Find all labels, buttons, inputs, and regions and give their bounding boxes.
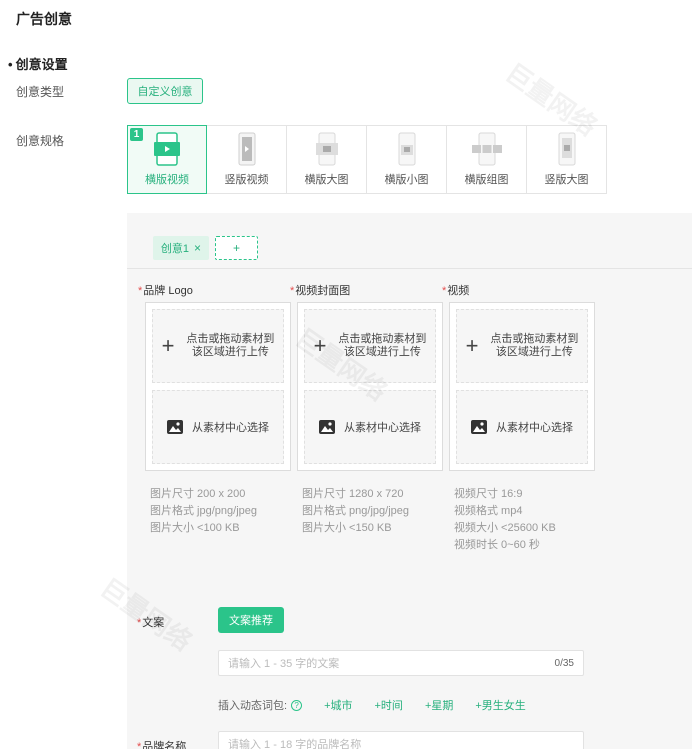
image-icon <box>471 420 487 434</box>
spec-option-label: 竖版视频 <box>224 174 269 186</box>
tab-label: 创意1 <box>160 243 190 255</box>
dynamic-word-weekday[interactable]: +星期 <box>425 697 453 713</box>
spec-option-vertical-large-image[interactable]: 竖版大图 <box>527 125 607 194</box>
spec-option-horizontal-large-image[interactable]: 横版大图 <box>287 125 367 194</box>
copy-label: *文案 <box>137 617 165 629</box>
image-icon <box>319 420 335 434</box>
plus-icon: + <box>313 333 327 358</box>
dynamic-words-row: 插入动态词包: ? +城市 +时间 +星期 +男生女生 <box>218 697 548 713</box>
plus-icon: + <box>161 333 175 358</box>
upload-hint: 点击或拖动素材到 该区域进行上传 <box>338 333 427 358</box>
copy-placeholder: 请输入 1 - 35 字的文案 <box>228 658 340 670</box>
plus-icon: + <box>465 333 479 358</box>
pick-from-library-button[interactable]: 从素材中心选择 <box>304 390 436 464</box>
brand-name-input[interactable]: 请输入 1 - 18 字的品牌名称 <box>218 731 584 749</box>
spec-option-label: 横版小图 <box>384 174 429 186</box>
pick-from-library-button[interactable]: 从素材中心选择 <box>152 390 284 464</box>
video-upload: + 点击或拖动素材到 该区域进行上传 从素材中心选择 <box>449 302 595 471</box>
brand-name-placeholder: 请输入 1 - 18 字的品牌名称 <box>228 739 362 749</box>
upload-dropzone[interactable]: + 点击或拖动素材到 该区域进行上传 <box>456 309 588 383</box>
image-icon <box>167 420 183 434</box>
creative-panel: 创意1 × + *品牌 Logo + 点击或拖动素材到 该区域进行上传 从素材中心… <box>127 213 692 749</box>
dynamic-word-time[interactable]: +时间 <box>375 697 403 713</box>
dynamic-words-label: 插入动态词包: <box>218 700 288 712</box>
video-specs: 视频尺寸 16:9 视频格式 mp4 视频大小 <25600 KB 视频时长 0~60… <box>454 488 556 551</box>
spec-option-horizontal-small-image[interactable]: 横版小图 <box>367 125 447 194</box>
section-title: 创意设置 <box>8 54 68 73</box>
pick-label: 从素材中心选择 <box>192 422 269 434</box>
spec-option-horizontal-video[interactable]: 1 横版视频 <box>127 125 207 194</box>
dynamic-word-city[interactable]: +城市 <box>324 697 352 713</box>
horizontal-small-image-icon <box>398 132 415 166</box>
horizontal-group-image-icon <box>471 132 502 166</box>
vertical-video-icon <box>238 132 255 166</box>
add-creative-button[interactable]: + <box>215 236 258 260</box>
spec-option-vertical-video[interactable]: 竖版视频 <box>207 125 287 194</box>
video-cover-upload: + 点击或拖动素材到 该区域进行上传 从素材中心选择 <box>297 302 443 471</box>
custom-creative-button[interactable]: 自定义创意 <box>127 78 203 104</box>
video-cover-label: *视频封面图 <box>290 285 351 297</box>
horizontal-large-image-icon <box>315 132 338 166</box>
upload-hint: 点击或拖动素材到 该区域进行上传 <box>490 333 579 358</box>
vertical-large-image-icon <box>558 132 575 166</box>
spec-option-label: 横版视频 <box>145 174 189 186</box>
brand-logo-specs: 图片尺寸 200 x 200 图片格式 jpg/png/jpeg 图片大小 <100… <box>150 488 257 534</box>
brand-logo-label: *品牌 Logo <box>138 285 193 297</box>
upload-dropzone[interactable]: + 点击或拖动素材到 该区域进行上传 <box>152 309 284 383</box>
spec-option-horizontal-group-image[interactable]: 横版组图 <box>447 125 527 194</box>
page-title: 广告创意 <box>16 11 72 27</box>
pick-label: 从素材中心选择 <box>496 422 573 434</box>
close-icon[interactable]: × <box>194 241 201 255</box>
creative-tab-bar: 创意1 × + <box>127 213 692 269</box>
brand-logo-upload: + 点击或拖动素材到 该区域进行上传 从素材中心选择 <box>145 302 291 471</box>
spec-option-label: 横版大图 <box>304 174 349 186</box>
creative-type-label: 创意类型 <box>16 85 65 99</box>
upload-hint: 点击或拖动素材到 该区域进行上传 <box>186 333 275 358</box>
brand-name-label: *品牌名称 <box>137 741 187 749</box>
dynamic-word-gender[interactable]: +男生女生 <box>475 697 525 713</box>
upload-dropzone[interactable]: + 点击或拖动素材到 该区域进行上传 <box>304 309 436 383</box>
creative-spec-options: 1 横版视频 竖版视频 横版大图 横版小图 横版组图 竖版大图 <box>127 125 607 194</box>
video-label: *视频 <box>442 285 470 297</box>
pick-label: 从素材中心选择 <box>344 422 421 434</box>
selected-badge: 1 <box>130 128 143 141</box>
spec-option-label: 竖版大图 <box>544 174 589 186</box>
video-cover-specs: 图片尺寸 1280 x 720 图片格式 png/jpg/jpeg 图片大小 <15… <box>302 488 409 534</box>
horizontal-video-icon <box>154 132 180 166</box>
creative-spec-label: 创意规格 <box>16 134 65 148</box>
copy-input[interactable]: 请输入 1 - 35 字的文案 0/35 <box>218 650 584 676</box>
tab-creative-1[interactable]: 创意1 × <box>153 236 209 260</box>
copy-recommend-button[interactable]: 文案推荐 <box>218 607 284 633</box>
spec-option-label: 横版组图 <box>464 174 509 186</box>
help-icon[interactable]: ? <box>291 699 303 711</box>
copy-counter: 0/35 <box>554 657 574 669</box>
pick-from-library-button[interactable]: 从素材中心选择 <box>456 390 588 464</box>
